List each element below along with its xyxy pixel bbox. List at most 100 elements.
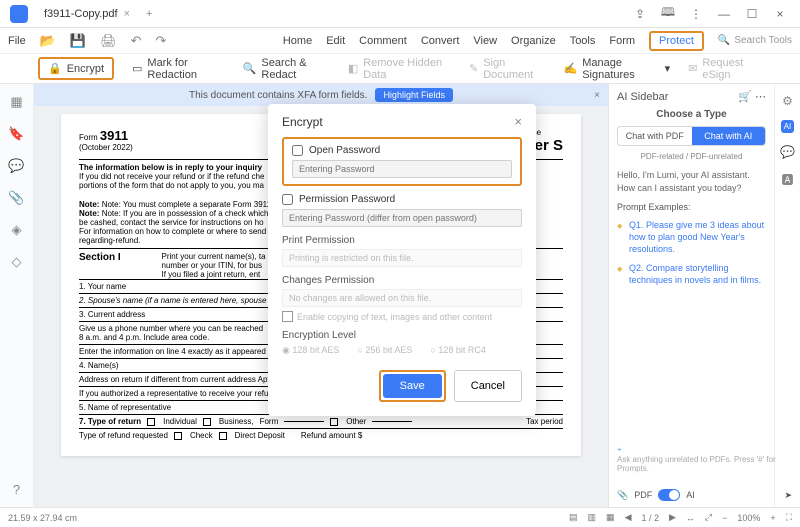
more-icon[interactable]: ⋮ — [686, 7, 706, 21]
chat-icon[interactable]: 💬 — [780, 145, 795, 159]
notify-icon[interactable]: 🕮 — [658, 3, 678, 24]
encryption-options: ◉ 128 bit AES ○ 256 bit AES ○ 128 bit RC… — [282, 345, 522, 356]
close-banner-icon[interactable]: × — [594, 90, 600, 101]
remove-hidden-button: ◧ Remove Hidden Data — [348, 57, 451, 81]
pdf-ai-toggle[interactable] — [658, 489, 680, 501]
continuous-icon[interactable]: ▦ — [606, 512, 615, 523]
cancel-button[interactable]: Cancel — [454, 370, 522, 402]
add-tab-button[interactable]: + — [146, 8, 152, 20]
bookmarks-icon[interactable]: 🔖 — [8, 126, 24, 142]
save-icon[interactable]: 💾 — [70, 33, 86, 49]
lock-icon: 🔒 — [48, 62, 62, 75]
xfa-banner: This document contains XFA form fields. … — [34, 84, 608, 106]
close-window-icon[interactable]: × — [770, 7, 790, 21]
prev-page-icon[interactable]: ◀ — [625, 512, 632, 523]
comments-icon[interactable]: 💬 — [8, 158, 24, 174]
menu-form[interactable]: Form — [609, 35, 635, 47]
print-icon[interactable]: 🖨 — [100, 33, 117, 49]
attachments-icon[interactable]: 📎 — [8, 190, 24, 206]
permission-password-label: Permission Password — [299, 194, 395, 205]
fit-width-icon[interactable]: ↔ — [686, 513, 695, 523]
thumbnails-icon[interactable]: ▦ — [10, 94, 22, 110]
page-indicator[interactable]: 1 / 2 — [641, 513, 659, 523]
zoom-level[interactable]: 100% — [737, 513, 760, 523]
sign-document-button: ✎ Sign Document — [469, 57, 546, 81]
enable-copy-checkbox — [282, 311, 293, 322]
open-icon[interactable]: 📂 — [40, 33, 56, 49]
zoom-out-icon[interactable]: − — [722, 513, 727, 523]
menu-convert[interactable]: Convert — [421, 35, 460, 47]
menu-view[interactable]: View — [473, 35, 497, 47]
menu-tools[interactable]: Tools — [570, 35, 596, 47]
cart-icon[interactable]: 🛒 — [738, 91, 752, 103]
ai-greeting: Hello, I'm Lumi, your AI assistant. How … — [617, 169, 766, 194]
print-permission-value: Printing is restricted on this file. — [282, 249, 522, 267]
manage-signatures-button[interactable]: ✍ Manage Signatures ▾ — [563, 57, 670, 81]
chat-ai-tab[interactable]: Chat with AI — [692, 127, 766, 145]
maximize-icon[interactable]: ☐ — [742, 7, 762, 21]
hidden-data-icon: ◧ — [348, 62, 358, 75]
dialog-close-icon[interactable]: × — [514, 114, 522, 129]
encrypt-dialog: Encrypt × Open Password Permission Passw… — [268, 104, 536, 416]
open-password-checkbox[interactable] — [292, 145, 303, 156]
ai-label: AI — [686, 490, 695, 500]
document-tab[interactable]: f3911-Copy.pdf × — [34, 4, 140, 24]
menu-protect[interactable]: Protect — [649, 31, 704, 51]
zoom-in-icon[interactable]: + — [770, 513, 775, 523]
two-page-icon[interactable]: ▥ — [588, 512, 597, 523]
tab-title: f3911-Copy.pdf — [44, 8, 118, 20]
file-menu[interactable]: File — [8, 35, 26, 47]
search-tools[interactable]: 🔍 Search Tools — [718, 35, 792, 46]
menubar: File 📂 💾 🖨 ↶ ↷ Home Edit Comment Convert… — [0, 28, 800, 54]
menu-comment[interactable]: Comment — [359, 35, 407, 47]
search-redact-button[interactable]: 🔍 Search & Redact — [243, 57, 330, 81]
ai-subtitle: PDF-related / PDF-unrelated — [617, 152, 766, 161]
translate-icon[interactable]: 🅰 — [781, 171, 793, 188]
undo-icon[interactable]: ↶ — [131, 33, 142, 49]
chat-pdf-tab[interactable]: Chat with PDF — [618, 127, 692, 145]
stamp-icon[interactable]: ◇ — [12, 254, 22, 270]
next-page-icon[interactable]: ▶ — [669, 512, 676, 523]
ai-input-area[interactable]: ⌖ Ask anything unrelated to PDFs. Press … — [617, 445, 792, 473]
choose-type-label: Choose a Type — [617, 109, 766, 120]
sliders-icon[interactable]: ⚙ — [782, 94, 793, 108]
sign-icon: ✎ — [469, 62, 478, 75]
ai-sidebar-title: AI Sidebar — [617, 91, 668, 103]
status-bar: 21.59 x 27.94 cm ▤ ▥ ▦ ◀ 1 / 2 ▶ ↔ ⤢ − 1… — [0, 507, 800, 527]
examples-title: Prompt Examples: — [617, 202, 766, 212]
share-icon[interactable]: ⇪ — [630, 7, 650, 21]
prompt-example-1[interactable]: Q1. Please give me 3 ideas about how to … — [617, 216, 766, 259]
fullscreen-icon[interactable]: ⛶ — [786, 512, 792, 523]
fit-page-icon[interactable]: ⤢ — [705, 512, 712, 523]
attach-icon[interactable]: 📎 — [617, 490, 628, 501]
encrypt-button[interactable]: 🔒 Encrypt — [38, 57, 114, 80]
menu-organize[interactable]: Organize — [511, 35, 556, 47]
send-icon[interactable]: ➤ — [784, 490, 792, 501]
prompt-example-2[interactable]: Q2. Compare storytelling techniques in n… — [617, 259, 766, 290]
location-icon[interactable]: ⌖ — [617, 445, 622, 454]
protect-ribbon: 🔒 Encrypt ▭ Mark for Redaction 🔍 Search … — [0, 54, 800, 84]
help-icon[interactable]: ? — [13, 482, 20, 497]
permission-password-checkbox[interactable] — [282, 194, 293, 205]
chevron-down-icon: ▾ — [665, 62, 671, 75]
enable-copy-label: Enable copying of text, images and other… — [297, 312, 492, 322]
changes-permission-label: Changes Permission — [282, 275, 522, 286]
close-tab-icon[interactable]: × — [124, 8, 130, 20]
ai-badge-icon[interactable]: AI — [781, 120, 795, 133]
pdf-label: PDF — [634, 490, 652, 500]
minimize-icon[interactable]: — — [714, 7, 734, 21]
view-mode-icon[interactable]: ▤ — [569, 512, 578, 523]
request-esign-button: ✉ Request eSign — [688, 57, 762, 81]
changes-permission-value: No changes are allowed on this file. — [282, 289, 522, 307]
ai-more-icon[interactable]: ⋯ — [755, 91, 766, 103]
menu-edit[interactable]: Edit — [326, 35, 345, 47]
permission-password-input[interactable] — [282, 209, 522, 227]
open-password-input[interactable] — [292, 160, 512, 178]
menu-home[interactable]: Home — [283, 35, 312, 47]
layers-icon[interactable]: ◈ — [12, 222, 22, 238]
highlight-fields-button[interactable]: Highlight Fields — [375, 88, 453, 102]
mark-redaction-button[interactable]: ▭ Mark for Redaction — [132, 57, 225, 81]
save-button[interactable]: Save — [383, 374, 442, 398]
right-side-tabs: ⚙ AI 💬 🅰 — [774, 84, 800, 507]
redo-icon[interactable]: ↷ — [156, 33, 167, 49]
